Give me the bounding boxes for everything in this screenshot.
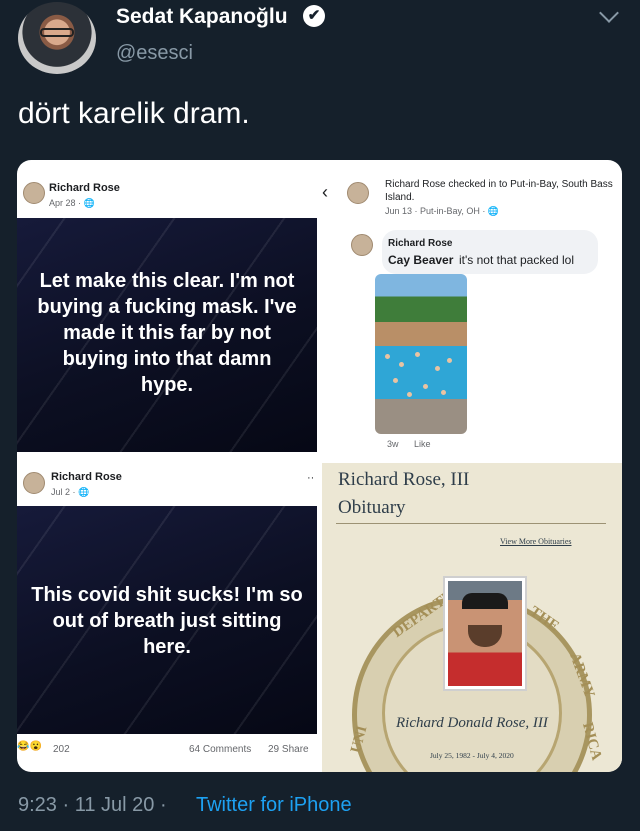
comment-count[interactable]: 64 Comments — [189, 744, 251, 755]
post3-date: Jul 2 · 🌐 — [51, 487, 90, 497]
tweet-media-collage[interactable]: Richard Rose Apr 28 · 🌐 Let make this cl… — [17, 160, 622, 772]
post1-author: Richard Rose — [49, 182, 120, 194]
obituary-panel: Richard Rose, III Obituary View More Obi… — [322, 463, 622, 772]
post2-checkin: Richard Rose checked in to Put-in-Bay, S… — [385, 179, 613, 203]
comment-text: it's not that packed lol — [459, 253, 575, 267]
pool-photo — [375, 274, 467, 434]
chevron-down-icon[interactable] — [599, 3, 619, 23]
user-handle[interactable]: @esesci — [116, 42, 193, 65]
comment-avatar — [351, 234, 373, 256]
post3-text: This covid shit sucks! I'm so out of bre… — [31, 584, 303, 658]
comment-tag: Cay Beaver — [388, 253, 454, 267]
tweet-text: dört karelik dram. — [18, 97, 250, 130]
like-link[interactable]: Like — [414, 439, 431, 449]
post2-avatar — [347, 182, 369, 204]
post1-avatar — [23, 182, 45, 204]
portrait-photo — [448, 581, 522, 686]
view-more-obituaries-link[interactable]: View More Obituaries — [500, 537, 572, 546]
glasses-detail — [40, 28, 74, 37]
post3-author: Richard Rose — [51, 471, 122, 483]
divider — [336, 523, 606, 524]
tweet-source-link[interactable]: Twitter for iPhone — [196, 794, 352, 817]
display-name[interactable]: Sedat Kapanoğlu — [116, 5, 288, 29]
post2-date: Jun 13 · Put-in-Bay, OH · 🌐 — [385, 206, 500, 216]
reaction-emojis-icon: 😂😮 — [17, 741, 42, 752]
post3-avatar — [23, 472, 45, 494]
obituary-name: Richard Donald Rose, III — [396, 715, 548, 731]
post1-image: Let make this clear. I'm not buying a fu… — [17, 218, 317, 452]
obituary-dates: July 25, 1982 - July 4, 2020 — [430, 751, 514, 760]
comment-author: Richard Rose — [388, 238, 453, 249]
tweet-timestamp[interactable]: 9:23 · 11 Jul 20 · — [18, 794, 167, 817]
share-count[interactable]: 29 Share — [268, 744, 309, 755]
more-options-icon[interactable]: ·· — [307, 472, 314, 484]
comment-age: 3w — [387, 439, 399, 449]
post1-text: Let make this clear. I'm not buying a fu… — [37, 270, 297, 396]
obituary-title: Richard Rose, III — [338, 469, 470, 490]
post3-image: This covid shit sucks! I'm so out of bre… — [17, 506, 317, 734]
back-icon[interactable]: ‹ — [322, 182, 328, 203]
post1-date: Apr 28 · 🌐 — [49, 198, 95, 208]
verified-badge-icon: ✔ — [303, 5, 325, 27]
comment-bubble — [382, 230, 598, 274]
obituary-subtitle: Obituary — [338, 497, 406, 518]
avatar[interactable] — [18, 2, 96, 74]
reaction-count[interactable]: 202 — [53, 744, 70, 755]
